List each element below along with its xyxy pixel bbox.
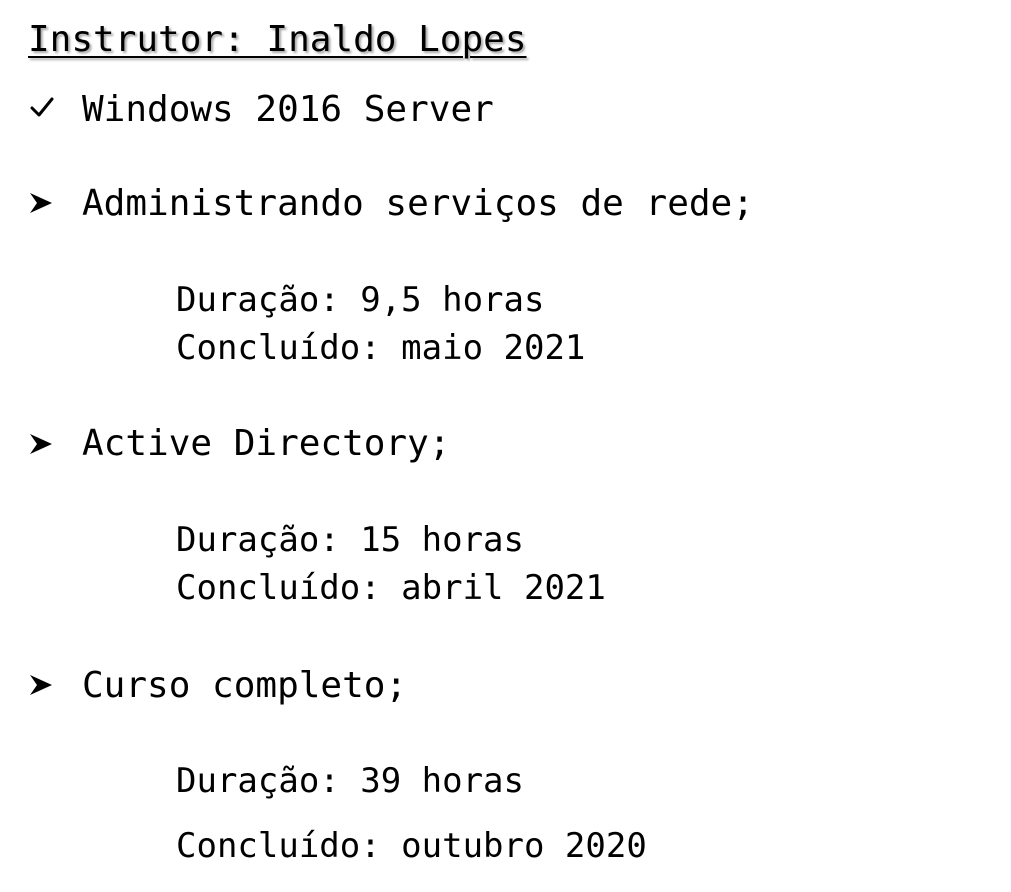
arrow-bullet-icon bbox=[30, 675, 52, 695]
course-name: Curso completo; bbox=[82, 665, 408, 706]
check-icon bbox=[30, 97, 54, 117]
product-label: Windows 2016 Server bbox=[82, 89, 494, 130]
course-duration: Duração: 15 horas bbox=[176, 520, 524, 560]
course-completed: Concluído: outubro 2020 bbox=[176, 826, 647, 866]
course-name: Active Directory; bbox=[82, 423, 451, 464]
arrow-bullet-icon bbox=[30, 434, 52, 454]
course-duration: Duração: 9,5 horas bbox=[176, 280, 545, 320]
course-name: Administrando serviços de rede; bbox=[82, 183, 754, 224]
course-completed: Concluído: maio 2021 bbox=[176, 328, 586, 368]
arrow-bullet-icon bbox=[30, 193, 52, 213]
page-title: Instrutor: Inaldo Lopes bbox=[28, 19, 527, 60]
course-duration: Duração: 39 horas bbox=[176, 761, 524, 801]
course-completed: Concluído: abril 2021 bbox=[176, 568, 606, 608]
